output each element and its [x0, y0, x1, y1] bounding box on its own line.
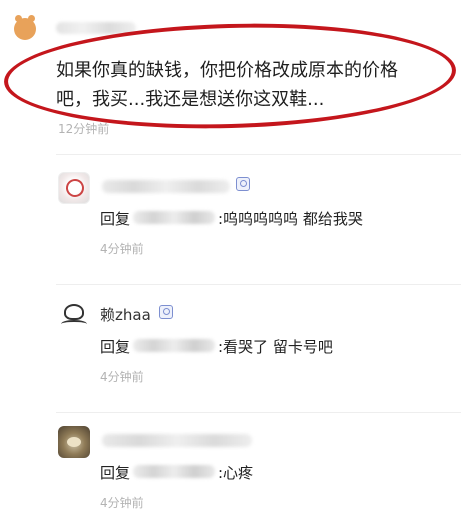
blurred-mention[interactable]	[133, 211, 215, 224]
avatar[interactable]	[58, 300, 90, 332]
avatar[interactable]	[58, 426, 90, 458]
reply-content: :心疼	[218, 464, 254, 482]
blurred-username[interactable]	[102, 434, 252, 447]
reply-prefix: 回复	[100, 464, 131, 482]
blurred-username[interactable]	[102, 180, 230, 193]
cat-photo-icon	[67, 437, 81, 447]
reply-prefix: 回复	[100, 210, 131, 228]
username[interactable]: 赖zhaa	[100, 304, 151, 325]
avatar[interactable]	[58, 172, 90, 204]
reply-time: 4分钟前	[100, 242, 144, 256]
reply-content: :看哭了 留卡号吧	[218, 338, 333, 356]
blurred-username[interactable]	[56, 22, 136, 34]
divider	[56, 284, 461, 285]
list-item: 回复 :心疼 4分钟前	[58, 426, 458, 526]
blurred-mention[interactable]	[133, 339, 215, 352]
main-comment-text: 如果你真的缺钱，你把价格改成原本的价格 吧，我买...我还是想送你这双鞋...	[56, 56, 446, 114]
avatar-sketch-icon	[63, 176, 87, 200]
cartoon-face-icon	[64, 304, 84, 320]
reply-time: 4分钟前	[100, 496, 144, 510]
divider	[56, 412, 461, 413]
reply-time: 4分钟前	[100, 370, 144, 384]
avatar[interactable]	[14, 12, 50, 42]
vip-badge-icon	[236, 177, 250, 191]
vip-badge-icon	[159, 305, 173, 319]
comment-time: 12分钟前	[58, 122, 110, 136]
bear-avatar-icon	[14, 15, 36, 40]
list-item: 回复 :呜呜呜呜呜 都给我哭 4分钟前	[58, 172, 458, 272]
list-item: 赖zhaa 回复 :看哭了 留卡号吧 4分钟前	[58, 300, 458, 400]
main-comment-line-2: 吧，我买...我还是想送你这双鞋...	[56, 89, 325, 110]
divider	[56, 154, 461, 155]
main-comment-line-1: 如果你真的缺钱，你把价格改成原本的价格	[56, 60, 398, 81]
reply-prefix: 回复	[100, 338, 131, 356]
blurred-mention[interactable]	[133, 465, 215, 478]
reply-content: :呜呜呜呜呜 都给我哭	[218, 210, 363, 228]
